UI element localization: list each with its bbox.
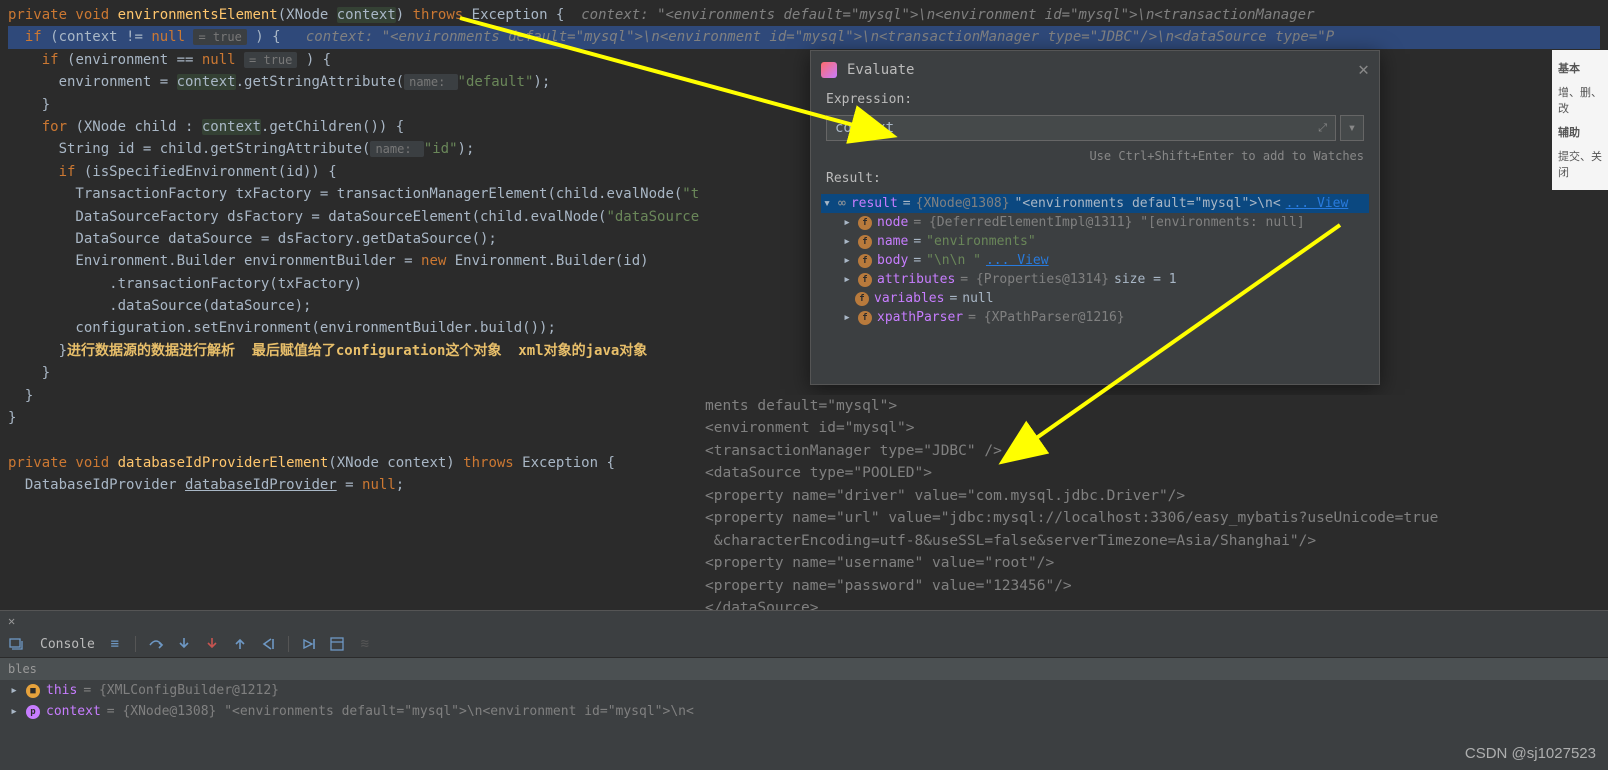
dialog-title: Evaluate xyxy=(847,62,1358,78)
variable-row[interactable]: ▸■this = {XMLConfigBuilder@1212} xyxy=(0,680,1608,701)
drop-frame-icon[interactable] xyxy=(260,636,276,652)
expression-label: Expression: xyxy=(811,88,1379,111)
tree-row[interactable]: ▸fnode = {DeferredElementImpl@1311} "[en… xyxy=(821,213,1369,232)
tree-row[interactable]: ▸fname = "environments" xyxy=(821,232,1369,251)
restart-icon[interactable] xyxy=(8,636,24,652)
result-label: Result: xyxy=(811,167,1379,190)
tree-row[interactable]: ▸fattributes = {Properties@1314} size = … xyxy=(821,270,1369,289)
expand-icon[interactable]: ⤢ xyxy=(1318,121,1327,135)
close-icon[interactable]: ✕ xyxy=(1358,59,1369,80)
stack-icon[interactable]: ≡ xyxy=(107,636,123,652)
close-tab-icon[interactable]: ✕ xyxy=(0,611,1608,631)
evaluate-expression-dialog[interactable]: Evaluate ✕ Expression: context⤢ ▾ Use Ct… xyxy=(810,50,1380,385)
force-step-into-icon[interactable] xyxy=(204,636,220,652)
param-icon: p xyxy=(26,705,40,719)
tree-row[interactable]: fvariables = null xyxy=(821,289,1369,308)
debug-panel[interactable]: ✕ Console ≡ ≋ bles ▸■this = {XMLConfigBu… xyxy=(0,610,1608,770)
expression-input[interactable]: context⤢ xyxy=(826,115,1336,141)
current-execution-line: if (context != null = true ) { context: … xyxy=(8,26,1600,48)
trace-icon[interactable]: ≋ xyxy=(357,636,373,652)
variable-row[interactable]: ▸pcontext = {XNode@1308} "<environments … xyxy=(0,701,1608,722)
view-link[interactable]: ... View xyxy=(1286,196,1349,211)
run-to-cursor-icon[interactable] xyxy=(301,636,317,652)
result-tree[interactable]: ▾∞result = {XNode@1308} "<environments d… xyxy=(811,190,1379,331)
debug-toolbar: Console ≡ ≋ xyxy=(0,631,1608,658)
step-over-icon[interactable] xyxy=(148,636,164,652)
console-tab[interactable]: Console xyxy=(40,637,95,652)
tree-row[interactable]: ▸fbody = "\n\n " ... View xyxy=(821,251,1369,270)
variables-section-label: bles xyxy=(0,658,1608,680)
side-tooltip: 基本 增、删、改 辅助 提交、关闭 xyxy=(1552,50,1608,190)
evaluate-icon[interactable] xyxy=(329,636,345,652)
code-annotation: 进行数据源的数据进行解析 最后赋值给了configuration这个对象 xml… xyxy=(67,343,647,359)
view-link[interactable]: ... View xyxy=(986,253,1049,268)
intellij-icon xyxy=(821,62,837,78)
watermark: CSDN @sj1027523 xyxy=(1465,745,1596,762)
step-into-icon[interactable] xyxy=(176,636,192,652)
tree-row[interactable]: ▾∞result = {XNode@1308} "<environments d… xyxy=(821,194,1369,213)
this-icon: ■ xyxy=(26,684,40,698)
shortcut-hint: Use Ctrl+Shift+Enter to add to Watches xyxy=(811,145,1379,167)
step-out-icon[interactable] xyxy=(232,636,248,652)
tree-row[interactable]: ▸fxpathParser = {XPathParser@1216} xyxy=(821,308,1369,327)
history-dropdown-icon[interactable]: ▾ xyxy=(1340,115,1364,141)
